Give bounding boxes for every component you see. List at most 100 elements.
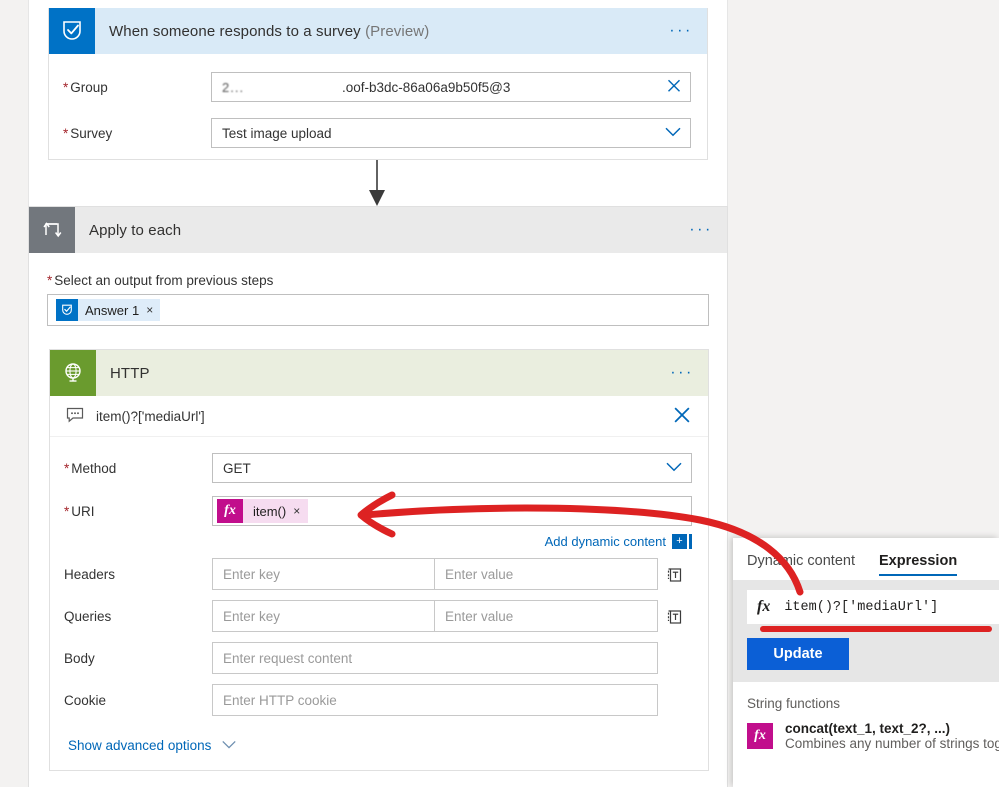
required-star: *	[47, 273, 53, 288]
survey-field-input[interactable]: Test image upload	[211, 118, 691, 148]
trigger-card-header[interactable]: When someone responds to a survey (Previ…	[49, 8, 707, 54]
add-dynamic-content-link[interactable]: Add dynamic content	[545, 534, 666, 549]
apply-to-each-more-menu[interactable]: ···	[689, 222, 713, 238]
headers-value-input[interactable]: Enter value	[435, 558, 658, 590]
chevron-down-icon[interactable]	[664, 126, 682, 141]
dynamic-token-remove[interactable]: ×	[146, 303, 153, 317]
body-input[interactable]: Enter request content	[212, 642, 658, 674]
trigger-field-survey: * Survey Test image upload	[49, 110, 707, 156]
headers-key-input[interactable]: Enter key	[212, 558, 435, 590]
forms-shield-check-icon	[56, 299, 78, 321]
tab-expression[interactable]: Expression	[879, 538, 958, 580]
required-star: *	[64, 503, 70, 519]
function-list-item-concat[interactable]: fx concat(text_1, text_2?, ...) Combines…	[733, 721, 999, 751]
http-card-body: * Method GET * URI fx item() × Add dynam…	[50, 437, 708, 753]
fx-icon: fx	[747, 723, 773, 749]
add-dynamic-content-bar	[689, 534, 692, 549]
flow-designer-canvas: When someone responds to a survey (Previ…	[0, 0, 999, 787]
function-item-text: concat(text_1, text_2?, ...) Combines an…	[785, 721, 999, 751]
function-item-description: Combines any number of strings tog	[785, 736, 999, 751]
dynamic-content-flyout[interactable]: Dynamic content Expression fx item()?['m…	[733, 538, 999, 787]
comment-icon	[66, 407, 84, 426]
loop-output-input[interactable]: Answer 1 ×	[47, 294, 709, 326]
uri-field-label: * URI	[64, 503, 95, 519]
trigger-more-menu[interactable]: ···	[669, 23, 693, 39]
group-field-value: 2... .oof-b3dc-86a06a9b50f5@3	[222, 80, 656, 95]
http-comment-row: item()?['mediaUrl']	[50, 396, 708, 437]
method-field-value: GET	[223, 460, 251, 476]
cookie-input[interactable]: Enter HTTP cookie	[212, 684, 658, 716]
group-field-label: * Group	[63, 79, 108, 95]
dynamic-token-answer-1[interactable]: Answer 1 ×	[56, 299, 161, 321]
trigger-preview-tag: (Preview)	[365, 22, 430, 40]
forms-shield-check-icon	[49, 8, 95, 54]
show-advanced-options-link[interactable]: Show advanced options	[68, 738, 211, 753]
http-card-header[interactable]: HTTP ···	[50, 350, 708, 396]
queries-key-input[interactable]: Enter key	[212, 600, 435, 632]
body-field-label: Body	[64, 650, 95, 666]
group-value-text: .oof-b3dc-86a06a9b50f5@3	[342, 79, 511, 95]
http-uri-row: * URI fx item() ×	[50, 490, 708, 532]
http-advanced-row[interactable]: Show advanced options	[50, 721, 708, 753]
headers-kv-fields: Enter key Enter value	[212, 558, 658, 590]
http-action-card[interactable]: HTTP ··· item()?['mediaUrl'] * Method GE…	[49, 349, 709, 771]
add-dynamic-content-plus-icon[interactable]: +	[672, 534, 687, 549]
queries-kv-fields: Enter key Enter value	[212, 600, 658, 632]
expression-token-remove[interactable]: ×	[293, 504, 300, 518]
expression-editor-area: fx item()?['mediaUrl'] Update	[733, 580, 999, 682]
required-star: *	[64, 460, 70, 476]
loop-output-label: * Select an output from previous steps	[47, 273, 274, 288]
survey-field-value: Test image upload	[222, 125, 332, 141]
chevron-down-icon[interactable]	[221, 737, 237, 753]
method-field-input[interactable]: GET	[212, 453, 692, 483]
http-card-title: HTTP	[110, 364, 150, 382]
uri-field-input[interactable]: fx item() ×	[212, 496, 692, 526]
dynamic-token-label: Answer 1	[85, 302, 140, 318]
queries-field-label: Queries	[64, 608, 112, 624]
clear-icon[interactable]	[666, 78, 682, 97]
loop-icon	[29, 207, 75, 253]
http-queries-row: Queries Enter key Enter value	[50, 595, 708, 637]
http-cookie-row: Cookie Enter HTTP cookie	[50, 679, 708, 721]
update-button[interactable]: Update	[747, 638, 849, 670]
apply-to-each-body: * Select an output from previous steps An…	[29, 253, 727, 326]
expression-input[interactable]: fx item()?['mediaUrl']	[747, 590, 999, 624]
http-more-menu[interactable]: ···	[670, 365, 694, 381]
apply-to-each-card[interactable]: Apply to each ··· * Select an output from…	[28, 206, 728, 787]
add-dynamic-content-row[interactable]: Add dynamic content +	[50, 532, 708, 549]
fx-icon: fx	[757, 598, 771, 615]
cookie-field-label: Cookie	[64, 692, 107, 708]
http-headers-row: Headers Enter key Enter value	[50, 553, 708, 595]
fx-icon: fx	[217, 499, 243, 523]
string-functions-heading: String functions	[747, 696, 841, 711]
flyout-tab-list: Dynamic content Expression	[733, 538, 999, 580]
expression-token-label: item()	[253, 503, 287, 519]
survey-field-label: * Survey	[63, 125, 113, 141]
chevron-down-icon[interactable]	[665, 461, 683, 476]
required-star: *	[63, 125, 69, 141]
http-method-row: * Method GET	[50, 446, 708, 490]
expression-input-value: item()?['mediaUrl']	[784, 599, 939, 615]
group-field-input[interactable]: 2... .oof-b3dc-86a06a9b50f5@3	[211, 72, 691, 102]
group-value-redacted: 2...	[222, 79, 245, 95]
comment-clear-icon[interactable]	[672, 405, 692, 427]
queries-add-row-icon[interactable]	[658, 607, 692, 625]
trigger-card[interactable]: When someone responds to a survey (Previ…	[48, 8, 708, 160]
trigger-field-group: * Group 2... .oof-b3dc-86a06a9b50f5@3	[49, 54, 707, 110]
http-body-row: Body Enter request content	[50, 637, 708, 679]
headers-field-label: Headers	[64, 566, 116, 582]
trigger-card-body: * Group 2... .oof-b3dc-86a06a9b50f5@3 * …	[49, 54, 707, 156]
method-field-label: * Method	[64, 460, 117, 476]
apply-to-each-title: Apply to each	[89, 221, 182, 239]
required-star: *	[63, 79, 69, 95]
function-item-name: concat(text_1, text_2?, ...)	[785, 721, 951, 736]
expression-token-item[interactable]: fx item() ×	[217, 499, 309, 523]
trigger-title-text: When someone responds to a survey	[109, 22, 361, 40]
headers-add-row-icon[interactable]	[658, 565, 692, 583]
trigger-title: When someone responds to a survey (Previ…	[95, 23, 429, 40]
http-comment-text: item()?['mediaUrl']	[96, 408, 205, 424]
globe-icon	[50, 350, 96, 396]
queries-value-input[interactable]: Enter value	[435, 600, 658, 632]
apply-to-each-header[interactable]: Apply to each ···	[29, 207, 727, 253]
tab-dynamic-content[interactable]: Dynamic content	[747, 538, 855, 580]
